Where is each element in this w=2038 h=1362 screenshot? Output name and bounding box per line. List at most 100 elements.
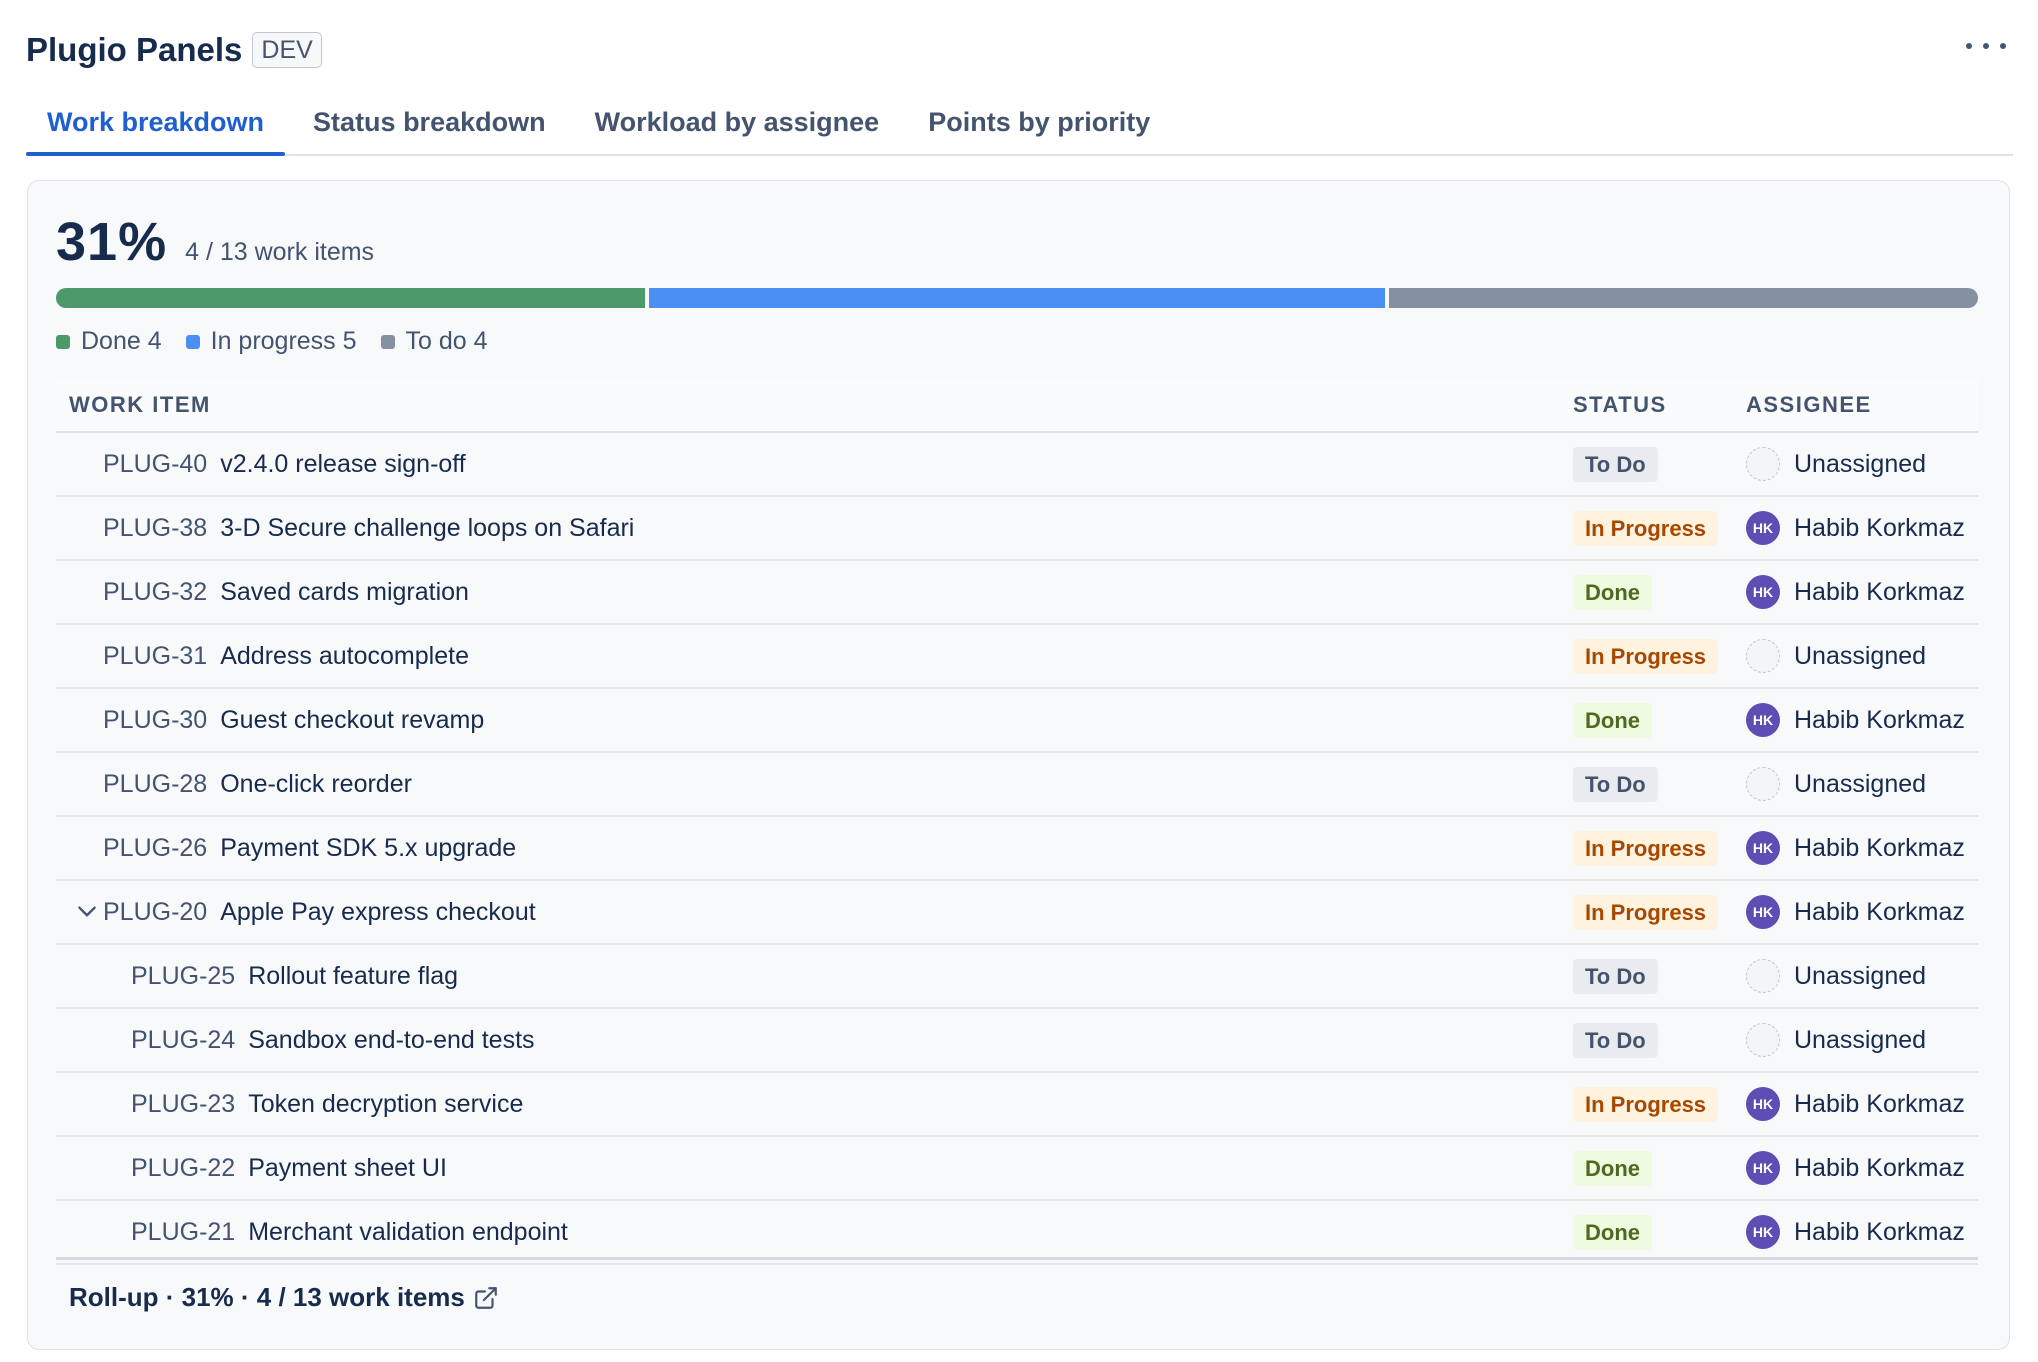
tab-work-breakdown[interactable]: Work breakdown [26,90,286,156]
work-item-summary[interactable]: Apple Pay express checkout [220,898,535,927]
status-badge[interactable]: To Do [1573,446,1658,482]
assignee-cell[interactable]: HK Habib Korkmaz [1746,575,1978,609]
work-item-summary[interactable]: Payment sheet UI [248,1154,447,1183]
work-item-cell: PLUG-28 One-click reorder [56,753,1573,815]
work-item-summary[interactable]: Payment SDK 5.x upgrade [220,834,516,863]
work-item-key[interactable]: PLUG-25 [131,962,235,991]
status-badge[interactable]: Done [1573,702,1652,738]
status-badge[interactable]: Done [1573,574,1652,610]
work-item-key[interactable]: PLUG-31 [103,642,207,671]
assignee-name: Unassigned [1794,961,1927,990]
work-item-key[interactable]: PLUG-20 [103,898,207,927]
table-row[interactable]: PLUG-32 Saved cards migration Done HK Habib … [56,561,1978,625]
assignee-cell[interactable]: Unassigned [1746,639,1978,673]
assignee-name: Habib Korkmaz [1794,1089,1965,1118]
assignee-cell[interactable]: Unassigned [1746,1023,1978,1057]
status-cell: Done [1573,574,1746,610]
assignee-cell[interactable]: Unassigned [1746,447,1978,481]
assignee-cell[interactable]: HK Habib Korkmaz [1746,831,1978,865]
work-item-key[interactable]: PLUG-28 [103,770,207,799]
work-item-key[interactable]: PLUG-40 [103,450,207,479]
assignee-cell[interactable]: Unassigned [1746,767,1978,801]
work-item-summary[interactable]: v2.4.0 release sign-off [220,450,466,479]
work-item-summary[interactable]: Merchant validation endpoint [248,1218,568,1247]
assignee-name: Unassigned [1794,1025,1927,1054]
column-header-work-item: WORK ITEM [69,391,211,417]
table-row[interactable]: PLUG-31 Address autocomplete In Progress Un… [56,625,1978,689]
external-link-icon[interactable] [473,1285,499,1311]
legend-swatch [185,334,200,349]
table-row[interactable]: PLUG-20 Apple Pay express checkout In Prog… [56,881,1978,945]
table-row[interactable]: PLUG-28 One-click reorder To Do Unassigned [56,753,1978,817]
work-item-key[interactable]: PLUG-24 [131,1026,235,1055]
work-item-summary[interactable]: Token decryption service [248,1090,523,1119]
page: Plugio Panels DEV Work breakdown Status … [0,0,2038,1362]
assignee-cell[interactable]: HK Habib Korkmaz [1746,703,1978,737]
status-badge[interactable]: In Progress [1573,830,1719,866]
table-row[interactable]: PLUG-40 v2.4.0 release sign-off To Do Unass… [56,433,1978,497]
table-row[interactable]: PLUG-30 Guest checkout revamp Done HK Habib … [56,689,1978,753]
work-item-key[interactable]: PLUG-26 [103,834,207,863]
work-item-summary[interactable]: 3-D Secure challenge loops on Safari [220,514,634,543]
table-row[interactable]: PLUG-25 Rollout feature flag To Do Unassign… [56,945,1978,1009]
progress-bar [56,288,1978,308]
table-row[interactable]: PLUG-26 Payment SDK 5.x upgrade In Progres… [56,817,1978,881]
work-item-summary[interactable]: Saved cards migration [220,578,469,607]
work-item-summary[interactable]: One-click reorder [220,770,412,799]
table-row[interactable]: PLUG-24 Sandbox end-to-end tests To Do Unas… [56,1009,1978,1073]
work-item-summary[interactable]: Sandbox end-to-end tests [248,1026,534,1055]
status-cell: To Do [1573,1022,1746,1058]
tab-status-breakdown[interactable]: Status breakdown [292,90,567,154]
assignee-cell[interactable]: Unassigned [1746,959,1978,993]
table-row[interactable]: PLUG-21 Merchant validation endpoint Done H… [56,1201,1978,1265]
unassigned-avatar-icon [1746,959,1780,993]
tab-workload-by-assignee[interactable]: Workload by assignee [574,90,901,154]
status-badge[interactable]: Done [1573,1214,1652,1250]
page-title: Plugio Panels [26,31,243,68]
work-item-key[interactable]: PLUG-21 [131,1218,235,1247]
work-item-key[interactable]: PLUG-38 [103,514,207,543]
avatar: HK [1746,1215,1780,1249]
progress-segment-in-progress [648,288,1386,308]
work-item-cell: PLUG-32 Saved cards migration [56,561,1573,623]
assignee-cell[interactable]: HK Habib Korkmaz [1746,1215,1978,1249]
work-item-summary[interactable]: Address autocomplete [220,642,469,671]
progress-summary: 31% 4 / 13 work items [56,211,374,273]
column-header-assignee: ASSIGNEE [1746,391,1872,417]
more-actions-icon[interactable] [1966,34,2006,58]
status-badge[interactable]: In Progress [1573,510,1719,546]
table-row[interactable]: PLUG-23 Token decryption service In Progre… [56,1073,1978,1137]
tab-label: Work breakdown [47,106,265,137]
status-cell: In Progress [1573,638,1746,674]
assignee-cell[interactable]: HK Habib Korkmaz [1746,1151,1978,1185]
table-row[interactable]: PLUG-22 Payment sheet UI Done HK Habib Korkm… [56,1137,1978,1201]
legend-swatch [56,334,70,349]
assignee-cell[interactable]: HK Habib Korkmaz [1746,1087,1978,1121]
assignee-cell[interactable]: HK Habib Korkmaz [1746,895,1978,929]
legend-label: To do 4 [405,327,488,355]
tab-points-by-priority[interactable]: Points by priority [907,90,1171,154]
status-badge[interactable]: To Do [1573,958,1658,994]
work-item-key[interactable]: PLUG-22 [131,1154,235,1183]
status-badge[interactable]: In Progress [1573,1086,1719,1122]
avatar: HK [1746,1151,1780,1185]
work-item-key[interactable]: PLUG-32 [103,578,207,607]
work-item-cell: PLUG-23 Token decryption service [56,1073,1573,1135]
progress-percent: 31% [56,212,168,272]
table-header: WORK ITEM STATUS ASSIGNEE [56,378,1978,433]
status-badge[interactable]: In Progress [1573,638,1719,674]
work-item-summary[interactable]: Guest checkout revamp [220,706,484,735]
avatar: HK [1746,1087,1780,1121]
work-item-summary[interactable]: Rollout feature flag [248,962,458,991]
status-badge[interactable]: Done [1573,1150,1652,1186]
table-row[interactable]: PLUG-38 3-D Secure challenge loops on Saf… [56,497,1978,561]
status-badge[interactable]: To Do [1573,1022,1658,1058]
legend-label: Done 4 [81,327,162,355]
chevron-down-icon[interactable] [74,899,100,925]
status-badge[interactable]: In Progress [1573,894,1719,930]
status-badge[interactable]: To Do [1573,766,1658,802]
assignee-cell[interactable]: HK Habib Korkmaz [1746,511,1978,545]
work-item-key[interactable]: PLUG-23 [131,1090,235,1119]
work-item-key[interactable]: PLUG-30 [103,706,207,735]
work-item-cell: PLUG-26 Payment SDK 5.x upgrade [56,817,1573,879]
